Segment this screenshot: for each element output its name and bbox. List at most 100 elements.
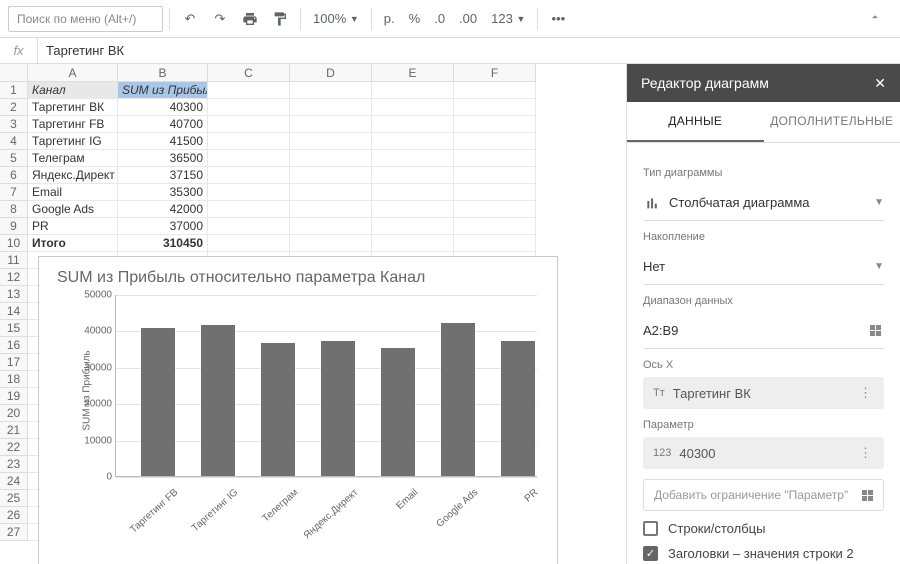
cell[interactable]: Итого [28, 235, 118, 252]
row-header[interactable]: 18 [0, 371, 28, 388]
swap-rows-cols-checkbox[interactable]: Строки/столбцы [643, 521, 884, 536]
cell[interactable] [372, 235, 454, 252]
cell[interactable]: PR [28, 218, 118, 235]
row-header[interactable]: 14 [0, 303, 28, 320]
x-axis-chip[interactable]: Tт Таргетинг ВК ⋮ [643, 377, 884, 409]
cell[interactable] [208, 82, 290, 99]
row-header[interactable]: 16 [0, 337, 28, 354]
cell[interactable]: 41500 [118, 133, 208, 150]
cell[interactable] [372, 218, 454, 235]
cell[interactable] [372, 201, 454, 218]
cell[interactable] [454, 218, 536, 235]
row-header[interactable]: 12 [0, 269, 28, 286]
row-header[interactable]: 23 [0, 456, 28, 473]
cell[interactable]: 35300 [118, 184, 208, 201]
more-icon[interactable]: ••• [544, 5, 572, 33]
cell[interactable]: Email [28, 184, 118, 201]
row-header[interactable]: 20 [0, 405, 28, 422]
cell[interactable] [290, 150, 372, 167]
cell[interactable]: 40300 [118, 99, 208, 116]
column-header[interactable]: F [454, 64, 536, 82]
collapse-toolbar-icon[interactable] [868, 10, 882, 27]
row-header[interactable]: 24 [0, 473, 28, 490]
row-header[interactable]: 1 [0, 82, 28, 99]
row-header[interactable]: 27 [0, 524, 28, 541]
formula-input[interactable]: Таргетинг ВК [38, 43, 132, 58]
print-icon[interactable] [236, 5, 264, 33]
more-icon[interactable]: ⋮ [857, 445, 874, 461]
add-series-button[interactable]: Добавить ограничение "Параметр" [643, 479, 884, 511]
cell[interactable] [290, 99, 372, 116]
cell[interactable] [208, 218, 290, 235]
cell[interactable] [208, 133, 290, 150]
cell[interactable] [208, 201, 290, 218]
cell[interactable] [208, 150, 290, 167]
row-header[interactable]: 5 [0, 150, 28, 167]
row-header[interactable]: 15 [0, 320, 28, 337]
cell[interactable] [372, 184, 454, 201]
column-header[interactable]: E [372, 64, 454, 82]
paint-format-icon[interactable] [266, 5, 294, 33]
cell[interactable]: Канал [28, 82, 118, 99]
row-header[interactable]: 6 [0, 167, 28, 184]
cell[interactable] [454, 116, 536, 133]
select-all-corner[interactable] [0, 64, 28, 82]
tab-data[interactable]: ДАННЫЕ [627, 102, 764, 142]
spreadsheet[interactable]: ABCDEF1КаналSUM из Прибыль2Таргетинг ВК4… [0, 64, 626, 564]
row-header[interactable]: 7 [0, 184, 28, 201]
row-header[interactable]: 21 [0, 422, 28, 439]
row-header[interactable]: 4 [0, 133, 28, 150]
column-header[interactable]: D [290, 64, 372, 82]
percent-button[interactable]: % [403, 5, 427, 33]
cell[interactable]: SUM из Прибыль [118, 82, 208, 99]
row-header[interactable]: 9 [0, 218, 28, 235]
cell[interactable] [372, 150, 454, 167]
cell[interactable] [208, 184, 290, 201]
cell[interactable] [290, 167, 372, 184]
cell[interactable]: 40700 [118, 116, 208, 133]
embedded-chart[interactable]: SUM из Прибыль относительно параметра Ка… [38, 256, 558, 564]
dec-increase-button[interactable]: .00 [453, 5, 483, 33]
cell[interactable] [290, 133, 372, 150]
cell[interactable] [454, 99, 536, 116]
cell[interactable] [454, 201, 536, 218]
use-headers-checkbox[interactable]: ✓Заголовки – значения строки 2 [643, 546, 884, 561]
cell[interactable] [372, 82, 454, 99]
cell[interactable]: 42000 [118, 201, 208, 218]
cell[interactable]: 36500 [118, 150, 208, 167]
cell[interactable] [454, 184, 536, 201]
row-header[interactable]: 11 [0, 252, 28, 269]
cell[interactable]: Таргетинг ВК [28, 99, 118, 116]
cell[interactable] [454, 82, 536, 99]
column-header[interactable]: C [208, 64, 290, 82]
cell[interactable] [372, 133, 454, 150]
cell[interactable] [290, 235, 372, 252]
row-header[interactable]: 3 [0, 116, 28, 133]
cell[interactable]: Таргетинг FB [28, 116, 118, 133]
cell[interactable] [208, 167, 290, 184]
cell[interactable]: Телеграм [28, 150, 118, 167]
close-icon[interactable]: ✕ [874, 75, 886, 92]
dec-decrease-button[interactable]: .0 [428, 5, 451, 33]
cell[interactable] [454, 235, 536, 252]
cell[interactable] [372, 99, 454, 116]
redo-icon[interactable]: ↷ [206, 5, 234, 33]
cell[interactable]: Google Ads [28, 201, 118, 218]
cell[interactable] [454, 167, 536, 184]
column-header[interactable]: A [28, 64, 118, 82]
row-header[interactable]: 22 [0, 439, 28, 456]
row-header[interactable]: 8 [0, 201, 28, 218]
undo-icon[interactable]: ↶ [176, 5, 204, 33]
grid-select-icon[interactable] [866, 325, 884, 336]
row-header[interactable]: 10 [0, 235, 28, 252]
cell[interactable]: 37150 [118, 167, 208, 184]
chart-type-dropdown[interactable]: Столбчатая диаграмма ▼ [643, 185, 884, 221]
cell[interactable] [290, 116, 372, 133]
row-header[interactable]: 25 [0, 490, 28, 507]
cell[interactable]: Таргетинг IG [28, 133, 118, 150]
cell[interactable] [454, 133, 536, 150]
cell[interactable] [290, 184, 372, 201]
column-header[interactable]: B [118, 64, 208, 82]
row-header[interactable]: 2 [0, 99, 28, 116]
cell[interactable] [372, 116, 454, 133]
